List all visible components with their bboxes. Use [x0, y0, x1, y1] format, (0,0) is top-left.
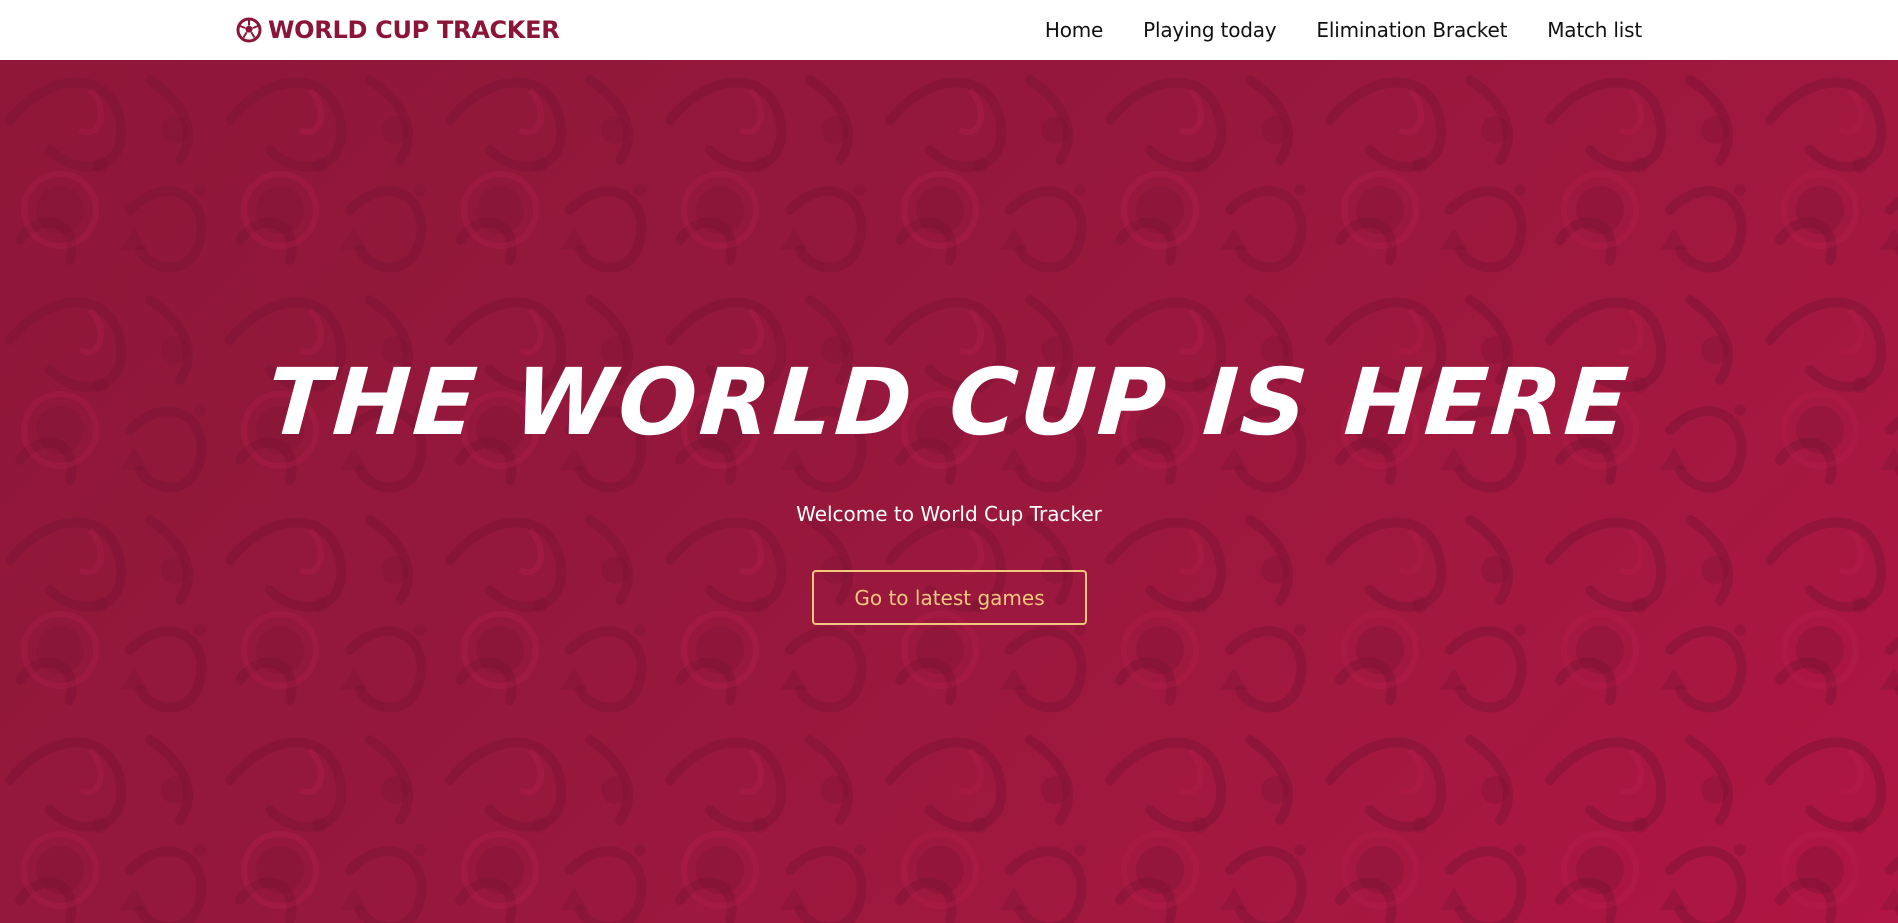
- hero-subtitle: Welcome to World Cup Tracker: [796, 502, 1102, 526]
- top-navbar: WORLD CUP TRACKER Home Playing today Eli…: [0, 0, 1898, 60]
- nav-link-match-list[interactable]: Match list: [1547, 18, 1642, 42]
- soccer-ball-icon: [236, 17, 262, 43]
- hero-section: THE WORLD CUP IS HERE Welcome to World C…: [0, 60, 1898, 923]
- brand-name: WORLD CUP TRACKER: [268, 16, 560, 44]
- hero-title: THE WORLD CUP IS HERE: [263, 349, 1635, 456]
- nav-link-playing-today[interactable]: Playing today: [1143, 18, 1276, 42]
- brand-logo-link[interactable]: WORLD CUP TRACKER: [236, 0, 560, 60]
- go-to-latest-games-button[interactable]: Go to latest games: [812, 570, 1087, 625]
- nav-link-home[interactable]: Home: [1045, 18, 1103, 42]
- main-nav: Home Playing today Elimination Bracket M…: [1045, 0, 1642, 60]
- decorative-pattern-background: [0, 60, 1898, 923]
- nav-link-elimination-bracket[interactable]: Elimination Bracket: [1316, 18, 1507, 42]
